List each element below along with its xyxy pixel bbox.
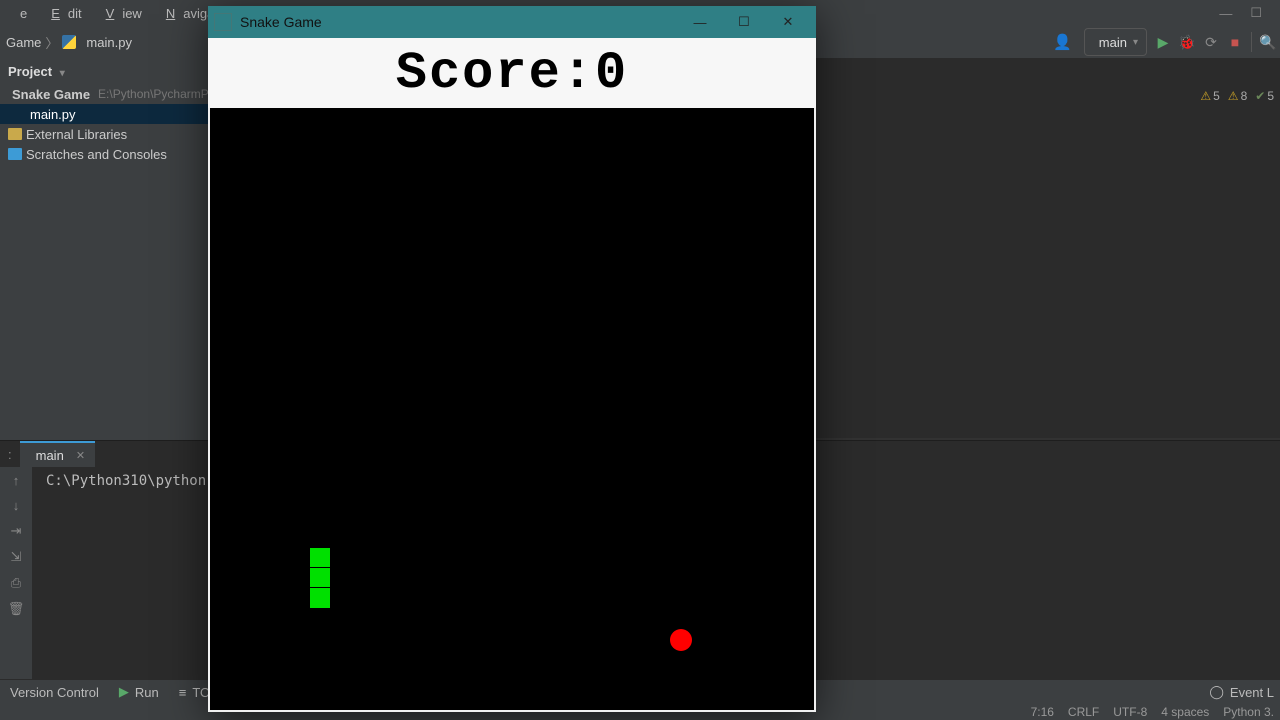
stop-button[interactable]: ■ [1227,34,1243,50]
minimize-button[interactable]: — [678,6,722,38]
close-button[interactable]: ✕ [766,6,810,38]
run-toolbar: 👤 main ▾ ▶ 🐞 ⟳ ■ 🔍 [1053,26,1276,58]
ide-window-controls: — ☐ [1219,0,1280,26]
warning-count-a: 5 [1213,89,1220,103]
scratches-icon [8,148,22,160]
tree-root[interactable]: Snake Game E:\Python\PycharmPr [0,84,208,104]
typo-icon: ✔ [1255,89,1265,103]
run-label: : [8,447,12,462]
chevron-right-icon: 〉 [45,33,58,52]
event-label: Event L [1230,685,1274,700]
inspection-widget[interactable]: ⚠5 ⚠8 ✔5 [1184,86,1280,106]
food [670,629,692,651]
run-tab-label: Run [135,685,159,700]
warning-count-c: 5 [1267,89,1274,103]
indent-setting[interactable]: 4 spaces [1161,705,1209,719]
user-icon[interactable]: 👤 [1053,33,1072,51]
snake-segment [310,548,330,568]
up-icon[interactable]: ↑ [13,473,20,488]
breadcrumb-file[interactable]: main.py [86,35,132,50]
print-icon[interactable]: ⎙ [11,575,21,591]
separator [1251,32,1252,52]
project-panel-header[interactable]: Project ▾ ⌖ [0,58,224,85]
run-tab-button[interactable]: ▶ Run [119,684,159,700]
menu-edit[interactable]: Edit [51,6,89,21]
close-icon[interactable]: ✕ [76,449,85,462]
score-display: Score:0 [208,38,816,108]
warning-icon: ⚠ [1200,89,1211,103]
wrap-icon[interactable]: ⇥ [11,523,22,539]
scroll-end-icon[interactable]: ⇲ [11,549,22,565]
snake-game-window: Snake Game — ☐ ✕ Score:0 [208,6,816,712]
score-label: Score: [396,44,595,103]
maximize-button[interactable]: ☐ [722,6,766,38]
run-tabs: : main ✕ [0,441,95,467]
tk-feather-icon [214,13,232,31]
project-tree: Snake Game E:\Python\PycharmPr main.py E… [0,84,208,440]
run-config-name: main [1099,35,1127,50]
run-tab-main[interactable]: main ✕ [20,441,95,467]
tree-ext-label: External Libraries [26,127,127,142]
version-control-tab[interactable]: Version Control [10,685,99,700]
search-button[interactable]: 🔍 [1260,34,1276,50]
warning-icon: ⚠ [1228,89,1239,103]
tree-scratches[interactable]: Scratches and Consoles [0,144,208,164]
project-panel-title: Project [8,64,52,79]
file-encoding[interactable]: UTF-8 [1113,705,1147,719]
down-icon[interactable]: ↓ [13,498,20,513]
list-icon: ≡ [179,685,187,700]
run-gutter: ↑ ↓ ⇥ ⇲ ⎙ 🗑 [0,467,32,680]
run-button[interactable]: ▶ [1155,34,1171,50]
tree-scratches-label: Scratches and Consoles [26,147,167,162]
bubble-icon: ◯ [1209,684,1224,700]
tree-file-label: main.py [30,107,76,122]
chevron-down-icon: ▾ [1133,37,1138,48]
run-config-selector[interactable]: main ▾ [1084,28,1147,56]
score-value: 0 [595,44,628,103]
menu-file[interactable]: e [12,6,35,21]
warning-count-b: 8 [1241,89,1248,103]
chevron-down-icon: ▾ [60,68,65,79]
tree-file-main[interactable]: main.py [0,104,208,124]
python-file-icon [62,35,76,49]
tree-root-path: E:\Python\PycharmPr [98,87,208,101]
run-icon: ▶ [119,684,129,700]
interpreter[interactable]: Python 3. [1223,705,1274,719]
game-canvas[interactable] [210,108,814,710]
titlebar[interactable]: Snake Game — ☐ ✕ [208,6,816,38]
ide-minimize-button[interactable]: — [1219,6,1232,21]
caret-position[interactable]: 7:16 [1031,705,1054,719]
snake-segment [310,588,330,608]
ide-maximize-button[interactable]: ☐ [1250,5,1262,21]
coverage-button[interactable]: ⟳ [1203,34,1219,50]
menu-view[interactable]: View [106,6,150,21]
run-tab-label: main [36,448,64,463]
tree-root-label: Snake Game [12,87,90,102]
line-separator[interactable]: CRLF [1068,705,1099,719]
snake-segment [310,568,330,588]
breadcrumb-project[interactable]: Game [6,35,41,50]
event-log-tab[interactable]: ◯ Event L [1209,684,1274,700]
library-icon [8,128,22,140]
trash-icon[interactable]: 🗑 [8,601,25,617]
window-title: Snake Game [240,14,678,30]
debug-button[interactable]: 🐞 [1179,34,1195,50]
tree-external-libraries[interactable]: External Libraries [0,124,208,144]
